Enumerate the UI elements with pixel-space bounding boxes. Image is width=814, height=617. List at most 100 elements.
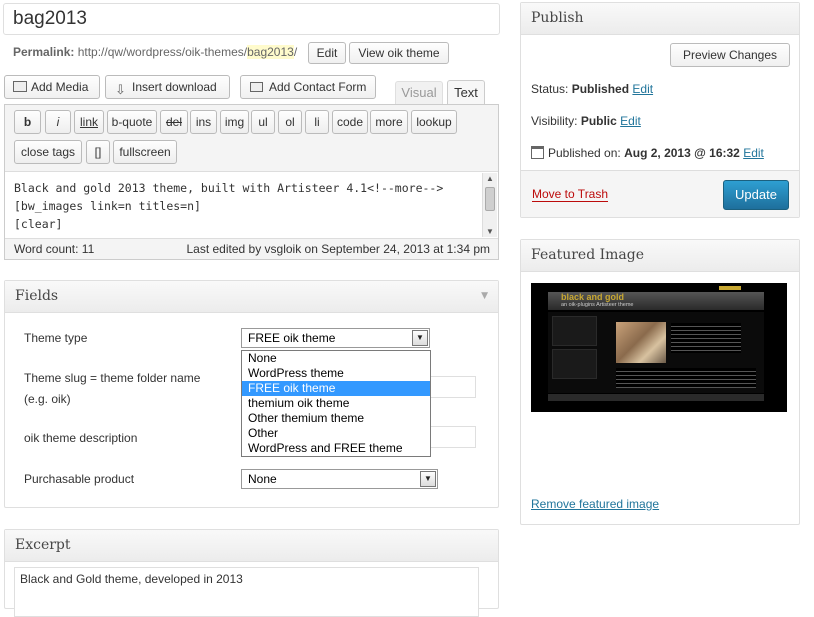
scroll-down-icon[interactable]: ▼	[486, 227, 494, 236]
thumb-sidebar-box	[552, 316, 597, 346]
title-field[interactable]: bag2013	[3, 3, 500, 35]
view-theme-button[interactable]: View oik theme	[349, 42, 449, 64]
add-contact-form-label: Add Contact Form	[269, 80, 367, 94]
qt-fullscreen-button[interactable]: fullscreen	[113, 140, 177, 164]
qt-brackets-button[interactable]: []	[86, 140, 110, 164]
calendar-icon	[531, 146, 544, 159]
excerpt-box: Excerpt Black and Gold theme, developed …	[4, 529, 499, 617]
add-media-button[interactable]: Add Media	[4, 75, 100, 99]
qt-li-button[interactable]: li	[305, 110, 329, 134]
word-count: Word count: 11	[14, 242, 95, 256]
title-text: bag2013	[13, 8, 87, 29]
qt-ul-button[interactable]: ul	[251, 110, 275, 134]
option-other-themium-theme[interactable]: Other themium theme	[242, 411, 430, 426]
content-line-2: [bw_images link=n titles=n]	[14, 199, 201, 213]
theme-type-label: Theme type	[24, 331, 88, 345]
permalink-end: /	[293, 45, 298, 59]
visibility-label: Visibility:	[531, 114, 578, 128]
add-contact-form-button[interactable]: Add Contact Form	[240, 75, 376, 99]
chevron-down-icon[interactable]: ▼	[412, 330, 428, 346]
visibility-value: Public	[580, 114, 617, 128]
download-icon: ⇩	[115, 82, 126, 97]
status-row: Status: Published Edit	[531, 82, 653, 96]
insert-download-label: Insert download	[132, 80, 217, 94]
published-edit-link[interactable]: Edit	[743, 146, 764, 160]
publish-header[interactable]: Publish	[521, 3, 799, 35]
content-line-1: Black and gold 2013 theme, built with Ar…	[14, 181, 444, 195]
qt-bquote-button[interactable]: b-quote	[107, 110, 157, 134]
publish-box: Publish Preview Changes Status: Publishe…	[520, 2, 800, 218]
published-label: Published on:	[548, 146, 621, 160]
chevron-down-icon[interactable]: ▼	[420, 471, 436, 487]
editor-scrollbar[interactable]: ▲ ▼	[482, 173, 497, 237]
fields-header[interactable]: Fields ▼	[5, 281, 498, 313]
status-edit-link[interactable]: Edit	[632, 82, 653, 96]
option-wordpress-theme[interactable]: WordPress theme	[242, 366, 430, 381]
permalink-slug[interactable]: bag2013	[247, 45, 294, 59]
thumb-text-lines	[671, 323, 741, 353]
excerpt-textarea[interactable]: Black and Gold theme, developed in 2013	[14, 567, 479, 617]
form-icon	[250, 82, 263, 92]
qt-del-button[interactable]: del	[160, 110, 188, 134]
thumb-cat-photo	[616, 322, 666, 363]
published-value: Aug 2, 2013 @ 16:32	[624, 146, 740, 160]
featured-image-header[interactable]: Featured Image	[521, 240, 799, 272]
content-line-3: [clear]	[14, 217, 63, 231]
thumb-text-lines-2	[616, 368, 756, 388]
tab-text[interactable]: Text	[447, 80, 485, 106]
featured-image-title: Featured Image	[531, 247, 645, 263]
qt-ol-button[interactable]: ol	[278, 110, 302, 134]
fields-title: Fields	[15, 288, 59, 304]
purchasable-value: None	[248, 472, 277, 486]
purchasable-label: Purchasable product	[24, 472, 135, 486]
option-free-oik-theme[interactable]: FREE oik theme	[242, 381, 430, 396]
visibility-edit-link[interactable]: Edit	[620, 114, 641, 128]
slug-label-example: (e.g. oik)	[24, 392, 71, 406]
scroll-up-icon[interactable]: ▲	[486, 174, 494, 183]
option-none[interactable]: None	[242, 351, 430, 366]
qt-ins-button[interactable]: ins	[190, 110, 217, 134]
qt-link-button[interactable]: link	[74, 110, 104, 134]
thumb-footer	[548, 394, 764, 401]
collapse-arrow-icon[interactable]: ▼	[481, 281, 488, 312]
featured-image-thumbnail[interactable]: black and gold an oik-plugins Artisteer …	[531, 283, 787, 412]
theme-type-value: FREE oik theme	[248, 331, 336, 345]
qt-img-button[interactable]: img	[220, 110, 249, 134]
option-other[interactable]: Other	[242, 426, 430, 441]
permalink-edit-button[interactable]: Edit	[308, 42, 346, 64]
qt-b-button[interactable]: b	[14, 110, 41, 134]
move-to-trash-link[interactable]: Move to Trash	[532, 187, 609, 202]
theme-type-select[interactable]: FREE oik theme ▼	[241, 328, 430, 348]
theme-type-dropdown-list: None WordPress theme FREE oik theme them…	[241, 350, 431, 457]
qt-close-tags-button[interactable]: close tags	[14, 140, 82, 164]
option-wordpress-and-free-theme[interactable]: WordPress and FREE theme	[242, 441, 430, 456]
status-value: Published	[571, 82, 630, 96]
published-row: Published on: Aug 2, 2013 @ 16:32 Edit	[531, 146, 764, 160]
excerpt-title: Excerpt	[15, 537, 71, 553]
remove-featured-image-link[interactable]: Remove featured image	[531, 497, 659, 511]
last-edited: Last edited by vsgloik on September 24, …	[186, 242, 490, 256]
insert-download-button[interactable]: ⇩ Insert download	[105, 75, 230, 99]
quicktags-toolbar: b i link b-quote del ins img ul ol li co…	[5, 105, 498, 171]
qt-i-button[interactable]: i	[45, 110, 71, 134]
thumb-title: black and gold	[561, 292, 625, 302]
excerpt-header[interactable]: Excerpt	[5, 530, 498, 562]
publish-title: Publish	[531, 10, 584, 26]
qt-lookup-button[interactable]: lookup	[411, 110, 457, 134]
content-textarea[interactable]: Black and gold 2013 theme, built with Ar…	[5, 171, 498, 239]
thumb-subtitle: an oik-plugins Artisteer theme	[561, 302, 634, 308]
publish-actions: Move to Trash Update	[521, 170, 799, 217]
excerpt-text: Black and Gold theme, developed in 2013	[20, 572, 243, 586]
option-themium-oik-theme[interactable]: themium oik theme	[242, 396, 430, 411]
preview-changes-button[interactable]: Preview Changes	[670, 43, 790, 67]
tab-visual[interactable]: Visual	[395, 81, 443, 105]
update-button[interactable]: Update	[723, 180, 789, 210]
thumb-sidebar-box-2	[552, 349, 597, 379]
editor-container: b i link b-quote del ins img ul ol li co…	[4, 104, 499, 260]
scroll-thumb[interactable]	[485, 187, 495, 211]
purchasable-select[interactable]: None ▼	[241, 469, 438, 489]
permalink-base: http://qw/wordpress/oik-themes/	[77, 45, 248, 59]
permalink-row: Permalink: http://qw/wordpress/oik-theme…	[13, 45, 297, 59]
qt-code-button[interactable]: code	[332, 110, 368, 134]
qt-more-button[interactable]: more	[370, 110, 408, 134]
